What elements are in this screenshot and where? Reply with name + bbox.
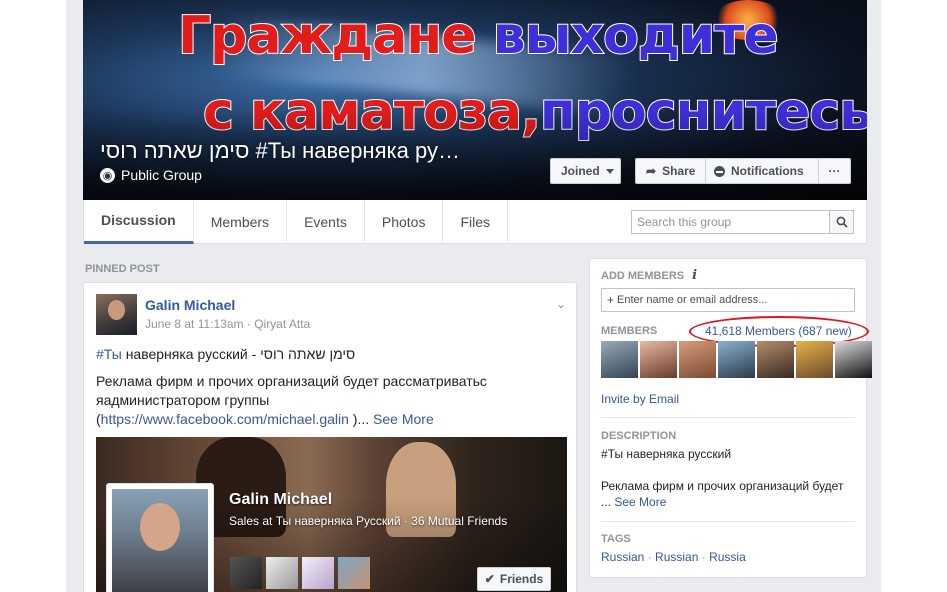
tab-events[interactable]: Events — [287, 199, 365, 244]
post-text-line3: яадминистратором группы — [96, 392, 270, 408]
more-dots-icon: ··· — [828, 164, 841, 178]
members-heading: MEMBERS — [601, 325, 658, 337]
post-options-chevron-icon[interactable]: ⌄ — [556, 297, 566, 311]
profile-card-subtitle: Sales at Ты наверняка Русский · 36 Mutua… — [229, 514, 508, 528]
profile-card-name[interactable]: Galin Michael — [229, 491, 332, 509]
profile-card[interactable]: Galin Michael Sales at Ты наверняка Русс… — [96, 437, 567, 592]
tab-photos[interactable]: Photos — [365, 199, 444, 244]
globe-icon: ◉ — [100, 167, 115, 183]
profile-link[interactable]: https://www.facebook.com/michael.galin — [101, 411, 349, 427]
member-thumb[interactable] — [640, 341, 677, 378]
ellipsis-text: ... — [601, 495, 612, 509]
profile-photo — [112, 489, 208, 592]
post-timestamp[interactable]: June 8 at 11:13am — [145, 317, 244, 331]
unfollow-icon — [714, 165, 725, 177]
post-text-line1: #Ты наверняка русский - סימן שאתה רוסי — [96, 345, 355, 364]
member-thumbnails — [601, 341, 872, 378]
tab-files[interactable]: Files — [443, 199, 509, 244]
group-nav: Discussion Members Events Photos Files — [83, 199, 867, 244]
info-icon[interactable]: i — [692, 268, 697, 283]
profile-card-photo[interactable] — [106, 483, 214, 592]
post-text-line2: Реклама фирм и прочих организаций будет … — [96, 373, 487, 389]
post-text: наверняка русский - סימן שאתה רוסי — [125, 346, 356, 362]
cover-text-line1: Граждане выходите — [177, 5, 780, 67]
post-meta: June 8 at 11:13am · Qiryat Atta — [145, 317, 311, 331]
search-button[interactable] — [829, 211, 853, 233]
add-members-heading: ADD MEMBERS i — [601, 268, 697, 283]
member-thumb[interactable] — [718, 341, 755, 378]
more-options-button[interactable]: ··· — [818, 158, 851, 184]
caret-down-icon — [605, 168, 614, 174]
joined-button[interactable]: Joined — [550, 158, 621, 184]
post-text-line4: (https://www.facebook.com/michael.galin … — [96, 410, 434, 429]
pinned-post-label: PINNED POST — [85, 263, 160, 275]
post-location[interactable]: Qiryat Atta — [254, 317, 310, 331]
member-thumb[interactable] — [835, 341, 872, 378]
notifications-button[interactable]: Notifications — [705, 158, 819, 184]
sidebar-divider — [601, 521, 855, 522]
tab-discussion[interactable]: Discussion — [84, 199, 194, 244]
share-button[interactable]: ➦ Share — [635, 158, 706, 184]
member-thumb[interactable] — [757, 341, 794, 378]
member-thumb[interactable] — [796, 341, 833, 378]
hashtag-link[interactable]: #Ты — [96, 346, 122, 362]
member-thumb[interactable] — [679, 341, 716, 378]
tags-list: Russian · Russian · Russia — [601, 550, 746, 564]
friends-button[interactable]: ✔ Friends — [477, 567, 551, 591]
post-author[interactable]: Galin Michael — [145, 297, 235, 313]
mutual-friends-thumbnails — [230, 557, 370, 589]
cover-photo[interactable]: Граждане выходите с каматоза,проснитесь … — [83, 0, 867, 200]
author-avatar[interactable] — [96, 294, 137, 335]
tags-heading: TAGS — [601, 533, 631, 545]
add-members-field: + — [601, 288, 855, 312]
group-search-input[interactable] — [632, 215, 830, 229]
post-text: )... — [348, 411, 370, 427]
sidebar-divider — [601, 417, 855, 418]
mutual-friend-thumb[interactable] — [266, 557, 298, 589]
notifications-label: Notifications — [731, 164, 804, 178]
tab-members[interactable]: Members — [194, 199, 288, 244]
joined-label: Joined — [561, 164, 600, 178]
checkmark-icon: ✔ — [484, 572, 495, 586]
group-search — [631, 210, 854, 234]
share-icon: ➦ — [646, 164, 657, 178]
description-line2: Реклама фирм и прочих организаций будет — [601, 479, 844, 493]
group-title[interactable]: סימן שאתה רוסי #Ты наверняка ру… — [100, 138, 460, 164]
member-thumb[interactable] — [601, 341, 638, 378]
pinned-post: Galin Michael June 8 at 11:13am · Qiryat… — [83, 282, 577, 592]
description-heading: DESCRIPTION — [601, 430, 677, 442]
group-sidebar: ADD MEMBERSi + MEMBERS 41,618 Members (6… — [589, 258, 872, 578]
add-members-input[interactable] — [617, 294, 854, 306]
see-more-link[interactable]: See More — [373, 411, 434, 427]
description-more: ... See More — [601, 495, 666, 509]
share-label: Share — [662, 164, 696, 178]
tag-link[interactable]: Russian — [655, 550, 698, 564]
plus-icon: + — [607, 293, 615, 307]
search-icon — [836, 216, 848, 228]
mutual-friend-thumb[interactable] — [230, 557, 262, 589]
tag-link[interactable]: Russia — [709, 550, 746, 564]
cover-text-blue: выходите — [492, 5, 780, 67]
tag-link[interactable]: Russian — [601, 550, 644, 564]
group-privacy[interactable]: ◉ Public Group — [100, 167, 202, 183]
cover-text-red: Граждане — [177, 5, 477, 67]
description-see-more-link[interactable]: See More — [614, 495, 666, 509]
description-line1: #Ты наверняка русский — [601, 447, 732, 461]
invite-by-email-link[interactable]: Invite by Email — [601, 392, 679, 406]
group-privacy-label: Public Group — [121, 167, 202, 183]
add-members-heading-label: ADD MEMBERS — [601, 270, 685, 282]
mutual-friend-thumb[interactable] — [338, 557, 370, 589]
friends-label: Friends — [499, 572, 544, 586]
mutual-friend-thumb[interactable] — [302, 557, 334, 589]
